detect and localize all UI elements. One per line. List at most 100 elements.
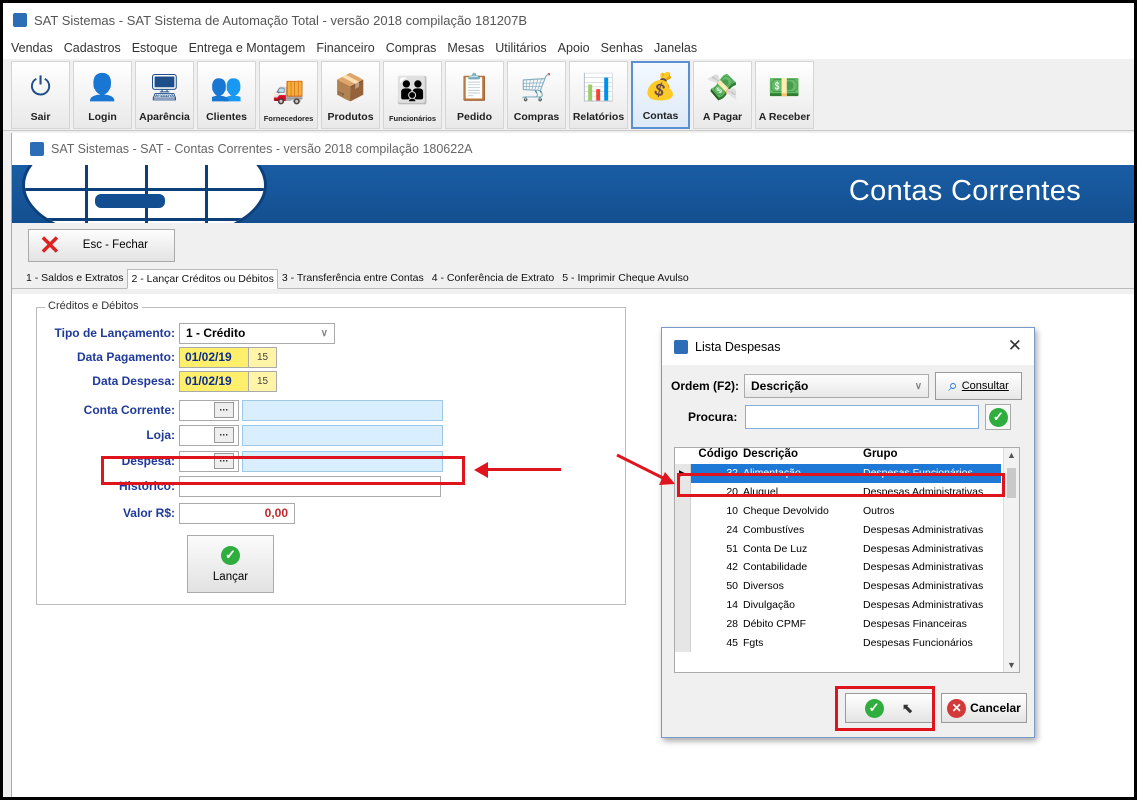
check-icon: ✓ — [988, 407, 1008, 427]
menu-item[interactable]: Vendas — [11, 41, 53, 55]
close-button[interactable]: ✕ Esc - Fechar — [28, 228, 175, 262]
toolbar-button[interactable]: ⏻ Sair — [11, 61, 70, 129]
receive-icon: 💵 — [768, 71, 801, 102]
scrollbar[interactable]: ▲ ▼ — [1003, 448, 1019, 672]
order-icon: 📋 — [458, 71, 491, 102]
toolbar-button-label: Relatórios — [572, 111, 625, 123]
tipo-select[interactable]: 1 - Crédito ∨ — [179, 322, 335, 344]
toolbar-button-label: Sair — [30, 111, 51, 123]
toolbar-button[interactable]: 💵 A Receber — [755, 61, 814, 129]
conta-corrente-desc — [242, 399, 443, 421]
conta-corrente-row: Conta Corrente: ··· — [37, 399, 443, 421]
arrow-left-icon — [486, 468, 561, 471]
row-indicator — [675, 539, 691, 558]
tab[interactable]: 5 - Imprimir Cheque Avulso — [558, 268, 692, 288]
menu-item[interactable]: Janelas — [654, 41, 697, 55]
cell-group: Despesas Funcionários — [863, 636, 973, 649]
cell-description: Divulgação — [743, 598, 795, 611]
conta-corrente-code[interactable]: ··· — [179, 399, 239, 421]
menu-item[interactable]: Estoque — [132, 41, 178, 55]
menu-item[interactable]: Compras — [386, 41, 437, 55]
table-row[interactable]: 24 Combustíves Despesas Administrativas — [675, 520, 1019, 540]
chevron-down-icon: ∨ — [320, 327, 328, 339]
column-header[interactable]: Código — [691, 448, 741, 464]
search-input[interactable] — [745, 405, 980, 429]
loja-desc — [242, 424, 443, 446]
toolbar-button[interactable]: 💸 A Pagar — [693, 61, 752, 129]
group-title: Créditos e Débitos — [45, 300, 142, 312]
tab[interactable]: 4 - Conferência de Extrato — [428, 268, 559, 288]
table-row[interactable]: 10 Cheque Devolvido Outros — [675, 501, 1019, 521]
calendar-icon[interactable]: 15 — [249, 346, 277, 368]
cell-group: Despesas Administrativas — [863, 542, 984, 555]
cell-code: 51 — [726, 542, 738, 555]
consultar-button[interactable]: ⌕ Consultar — [935, 372, 1023, 400]
tab[interactable]: 2 - Lançar Créditos ou Débitos — [127, 269, 278, 289]
table-row[interactable]: 42 Contabilidade Despesas Administrativas — [675, 557, 1019, 577]
tipo-label: Tipo de Lançamento: — [54, 326, 175, 340]
dialog-logo-icon — [674, 339, 688, 354]
toolbar-button[interactable]: 🚚 Fornecedores — [259, 61, 318, 129]
menu-bar: Vendas Cadastros Estoque Entrega e Montagem… — [3, 37, 1134, 59]
toolbar-button[interactable]: 💰 Contas — [631, 61, 690, 129]
table-row[interactable]: 28 Débito CPMF Despesas Financeiras — [675, 614, 1019, 634]
table-row[interactable]: 50 Diversos Despesas Administrativas — [675, 576, 1019, 596]
toolbar-button[interactable]: 📊 Relatórios — [569, 61, 628, 129]
valor-input[interactable]: 0,00 — [179, 502, 295, 524]
toolbar-button-label: A Pagar — [702, 111, 743, 123]
menu-item[interactable]: Financeiro — [316, 41, 374, 55]
lookup-button[interactable]: ··· — [214, 427, 234, 443]
data-despesa-input[interactable]: 01/02/19 — [179, 370, 249, 392]
toolbar-button-label: Contas — [642, 110, 679, 122]
globe-logo-icon — [22, 165, 267, 223]
menu-item[interactable]: Apoio — [558, 41, 590, 55]
power-icon: ⏻ — [30, 71, 51, 101]
tab[interactable]: 3 - Transferência entre Contas — [278, 268, 428, 288]
table-row[interactable]: 14 Divulgação Despesas Administrativas — [675, 595, 1019, 615]
menu-item[interactable]: Senhas — [601, 41, 643, 55]
menu-item[interactable]: Utilitários — [495, 41, 546, 55]
menu-item[interactable]: Cadastros — [64, 41, 121, 55]
highlight-box — [677, 473, 1005, 497]
toolbar-button[interactable]: 👥 Clientes — [197, 61, 256, 129]
data-pagamento-input[interactable]: 01/02/19 — [179, 346, 249, 368]
confirm-search-button[interactable]: ✓ — [985, 404, 1012, 430]
toolbar-button[interactable]: 🖥 Aparência — [135, 61, 194, 129]
lookup-button[interactable]: ··· — [214, 402, 234, 418]
column-header[interactable]: Grupo — [861, 448, 1001, 464]
column-header[interactable]: Descrição — [741, 448, 861, 464]
loja-row: Loja: ··· — [37, 424, 443, 446]
clients-icon: 👥 — [210, 71, 243, 102]
scroll-thumb[interactable] — [1007, 468, 1016, 498]
calendar-icon[interactable]: 15 — [249, 370, 277, 392]
toolbar-button[interactable]: 📦 Produtos — [321, 61, 380, 129]
consultar-label: Consultar — [961, 380, 1009, 392]
lancar-button[interactable]: ✓ Lançar — [187, 535, 274, 593]
toolbar-button[interactable]: 👤 Login — [73, 61, 132, 129]
arrow-head-icon — [474, 462, 488, 478]
scroll-up-icon[interactable]: ▲ — [1007, 450, 1016, 460]
loja-code[interactable]: ··· — [179, 424, 239, 446]
table-row[interactable]: 51 Conta De Luz Despesas Administrativas — [675, 539, 1019, 558]
staff-icon: 👪 — [396, 74, 429, 105]
scroll-down-icon[interactable]: ▼ — [1007, 660, 1016, 670]
cancel-button[interactable]: ✕ Cancelar — [941, 693, 1027, 723]
user-login-icon: 👤 — [86, 71, 119, 102]
close-icon[interactable]: ✕ — [1008, 336, 1022, 356]
cancel-x-icon: ✕ — [947, 698, 967, 718]
toolbar-button[interactable]: 👪 Funcionários — [383, 61, 442, 129]
valor-row: Valor R$: 0,00 — [37, 502, 295, 524]
data-pagamento-label: Data Pagamento: — [76, 350, 175, 364]
highlight-box — [101, 456, 465, 485]
cell-group: Despesas Administrativas — [863, 580, 984, 593]
order-value: Descrição — [751, 379, 809, 393]
monitor-icon: 🖥 — [147, 71, 181, 102]
tab[interactable]: 1 - Saldos e Extratos — [22, 268, 127, 288]
toolbar-button[interactable]: 🛒 Compras — [507, 61, 566, 129]
order-select[interactable]: Descrição ∨ — [744, 374, 930, 398]
cell-description: Conta De Luz — [743, 542, 808, 555]
toolbar-button[interactable]: 📋 Pedido — [445, 61, 504, 129]
menu-item[interactable]: Entrega e Montagem — [189, 41, 306, 55]
menu-item[interactable]: Mesas — [447, 41, 484, 55]
table-row[interactable]: 45 Fgts Despesas Funcionários — [675, 633, 1019, 652]
